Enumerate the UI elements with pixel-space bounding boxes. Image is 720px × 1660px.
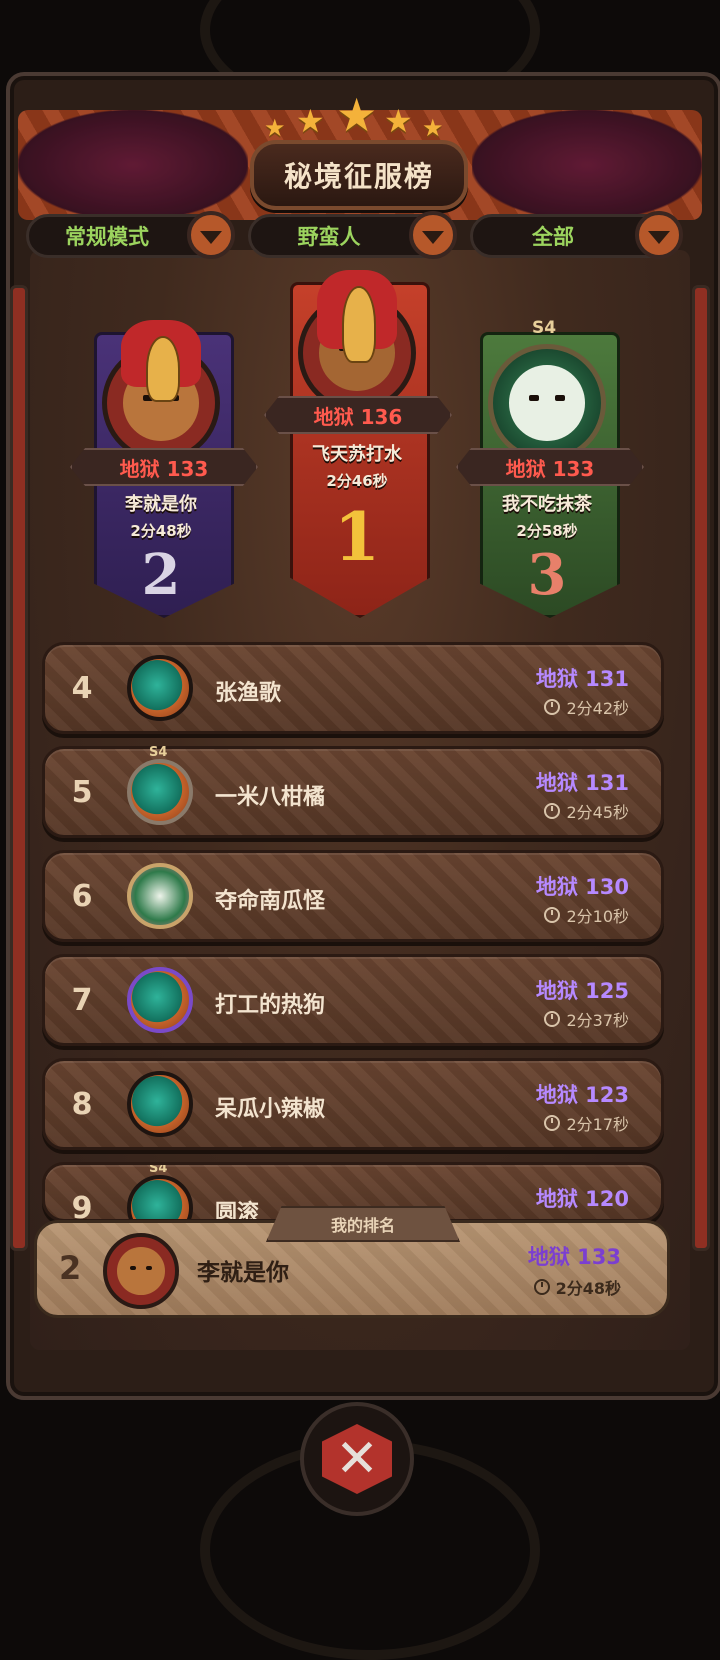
clover-spirit-icon — [509, 365, 585, 441]
player-score: 地狱 123 — [535, 1083, 629, 1107]
star-icon: ★ — [384, 102, 413, 140]
filter-mode-label: 常规模式 — [65, 225, 149, 249]
star-icon: ★ — [296, 102, 325, 140]
clock-icon — [544, 1115, 561, 1131]
clock-icon — [544, 907, 561, 923]
rank-number: 9 — [71, 1191, 93, 1222]
chevron-down-icon[interactable] — [635, 211, 683, 259]
crossed-swords-close-icon: ✕ — [322, 1424, 392, 1494]
player-name: 夺命南瓜怪 — [215, 889, 326, 914]
rank-number: 8 — [71, 1087, 93, 1122]
player-time: 2分45秒 — [544, 799, 629, 823]
list-item[interactable]: 5 S4 一米八柑橘 地狱 131 2分45秒 — [42, 745, 664, 838]
player-score: 地狱 133 — [70, 448, 258, 486]
player-score: 地狱 125 — [535, 979, 629, 1003]
player-name: 一米八柑橘 — [215, 785, 326, 810]
dragon-avatar-icon — [127, 1175, 193, 1219]
player-time: 2分48秒 — [130, 522, 192, 540]
clock-icon — [544, 699, 561, 715]
player-time: 2分42秒 — [544, 695, 629, 719]
right-rail — [692, 285, 710, 1251]
rank-number: 6 — [71, 879, 93, 914]
avatar — [488, 344, 606, 462]
player-score: 地狱 133 — [527, 1245, 621, 1269]
player-score: 地狱 131 — [535, 771, 629, 795]
player-time: 2分46秒 — [326, 472, 388, 490]
dragon-avatar-icon — [127, 967, 193, 1033]
player-score: 地狱 133 — [456, 448, 644, 486]
podium-rank-1[interactable]: 飞天苏打水 2分46秒 1 — [290, 270, 430, 618]
bell-icon — [342, 286, 376, 363]
avatar — [103, 1233, 179, 1309]
player-score: 地狱 131 — [535, 667, 629, 691]
hero-face-icon — [117, 1247, 165, 1295]
player-name: 李就是你 — [125, 494, 197, 515]
dragon-avatar-icon — [127, 1071, 193, 1137]
close-button[interactable]: ✕ — [300, 1402, 414, 1516]
clock-icon — [544, 803, 561, 819]
rank-number: 7 — [71, 983, 93, 1018]
season-badge: S4 — [149, 1162, 168, 1176]
season-badge: S4 — [532, 318, 557, 338]
player-time: 2分58秒 — [516, 522, 578, 540]
clock-icon — [544, 1011, 561, 1027]
clock-icon — [533, 1279, 550, 1295]
rank-number: 4 — [71, 671, 93, 706]
my-rank-tag: 我的排名 — [266, 1206, 460, 1242]
rank-number: 3 — [527, 542, 567, 608]
player-name: 张渔歌 — [215, 681, 282, 706]
player-name: 圆滚 — [215, 1201, 260, 1222]
player-time: 2分48秒 — [533, 1275, 621, 1299]
player-name: 打工的热狗 — [215, 993, 326, 1018]
list-item[interactable]: 6 夺命南瓜怪 地狱 130 2分10秒 — [42, 850, 664, 942]
player-time: 2分17秒 — [544, 1111, 629, 1135]
player-score: 地狱 130 — [535, 875, 629, 899]
player-score: 地狱 120 — [535, 1187, 629, 1211]
filter-class-label: 野蛮人 — [297, 225, 361, 249]
player-name: 李就是你 — [197, 1260, 289, 1286]
rank-number: 2 — [59, 1249, 82, 1287]
player-time: 2分10秒 — [544, 903, 629, 927]
star-rating: ★ ★ ★ ★ ★ — [260, 88, 460, 142]
left-rail — [10, 285, 28, 1251]
star-icon: ★ — [264, 114, 286, 142]
filter-scope[interactable]: 全部 — [470, 211, 683, 259]
rank-number: 2 — [141, 542, 181, 608]
star-icon: ★ — [422, 114, 444, 142]
player-name: 呆瓜小辣椒 — [215, 1097, 326, 1122]
filter-mode[interactable]: 常规模式 — [26, 211, 235, 259]
filter-class[interactable]: 野蛮人 — [248, 211, 457, 259]
rank-number: 1 — [334, 498, 380, 576]
bell-icon — [146, 336, 180, 402]
rank-number: 5 — [71, 775, 93, 810]
star-icon: ★ — [336, 88, 378, 142]
player-time: 2分37秒 — [544, 1007, 629, 1031]
chevron-down-icon[interactable] — [409, 211, 457, 259]
page-title: 秘境征服榜 — [250, 140, 468, 210]
season-badge: S4 — [149, 745, 168, 760]
list-item[interactable]: 8 呆瓜小辣椒 地狱 123 2分17秒 — [42, 1058, 664, 1150]
list-item[interactable]: 4 张渔歌 地狱 131 2分42秒 — [42, 642, 664, 734]
filter-scope-label: 全部 — [532, 225, 574, 249]
clover-avatar-icon — [127, 863, 193, 929]
player-name: 我不吃抹茶 — [502, 494, 592, 515]
chevron-down-icon[interactable] — [187, 211, 235, 259]
list-item[interactable]: 7 打工的热狗 地狱 125 2分37秒 — [42, 954, 664, 1046]
dragon-avatar-icon — [127, 759, 193, 825]
player-score: 地狱 136 — [264, 396, 452, 434]
player-name: 飞天苏打水 — [312, 444, 402, 465]
dragon-avatar-icon — [127, 655, 193, 721]
